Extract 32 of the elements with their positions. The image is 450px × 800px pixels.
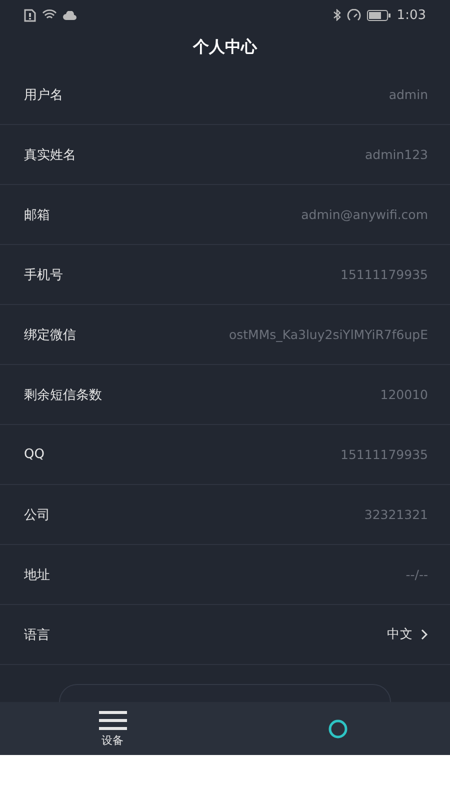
row-value: 120010 [380,387,428,402]
battery-icon [366,10,391,20]
bluetooth-icon [332,9,341,21]
row-label: 地址 [24,566,50,584]
row-label: 公司 [24,506,50,524]
row-value: admin@anywifi.com [301,207,428,222]
chevron-right-icon [421,629,428,640]
row-label: 绑定微信 [24,326,76,344]
row-label: 手机号 [24,266,63,284]
circle-icon [328,718,348,738]
sim-icon [24,8,36,22]
row-label: 语言 [24,626,50,644]
page-title: 个人中心 [193,37,257,58]
row-value: admin [388,87,428,102]
row-value: 15111179935 [340,447,428,462]
row-label: 真实姓名 [24,146,76,164]
row-value: --/-- [406,567,428,582]
row-label: 用户名 [24,86,63,104]
row-value: 15111179935 [340,267,428,282]
row-value: ostMMs_Ka3luy2siYlMYiR7f6upE [228,327,428,342]
cloud-icon [63,10,77,20]
row-value: admin123 [364,147,428,162]
row-label: 邮箱 [24,206,50,224]
row-value: 32321321 [364,507,428,522]
row-value[interactable]: 中文 [387,626,413,643]
tab[interactable]: 设备 [0,702,225,755]
status-time: 1:03 [396,8,426,22]
row-label: QQ [24,447,44,462]
row-label: 剩余短信条数 [24,386,102,404]
menu-icon [98,710,126,730]
speedometer-icon [346,9,361,21]
wifi-icon [42,9,57,21]
